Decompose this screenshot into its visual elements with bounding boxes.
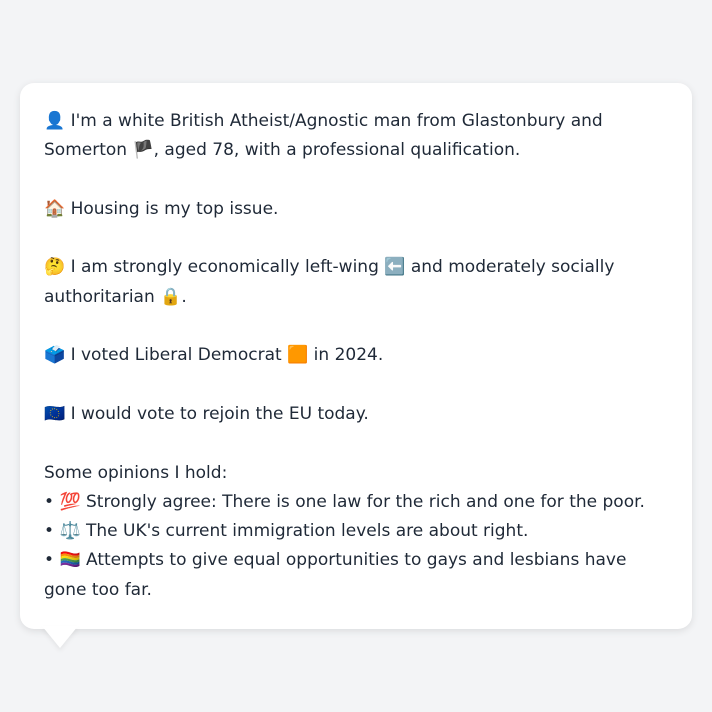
left-arrow-icon: ⬅️ (384, 257, 406, 278)
ballot-box-icon: 🗳️ (44, 345, 66, 366)
intro-rest-text: , aged 78, with a professional qualifica… (153, 140, 521, 161)
england-flag-icon: 🏴 (132, 140, 154, 161)
opinion-text: Strongly agree: There is one law for the… (86, 491, 645, 512)
balance-scale-icon: ⚖️ (59, 521, 81, 542)
house-icon: 🏠 (44, 198, 66, 219)
politics-text-1: I am strongly economically left-wing (70, 257, 379, 278)
politics-text-2: and moderately socially (410, 257, 615, 278)
orange-square-icon: 🟧 (287, 345, 309, 366)
thinking-face-icon: 🤔 (44, 257, 66, 278)
politics-end: . (181, 286, 187, 307)
opinion-text: Attempts to give equal opportunities to … (44, 550, 627, 600)
vote-text-2: in 2024. (313, 345, 384, 366)
opinions-heading: Some opinions I hold: (44, 462, 228, 483)
bullet: • (44, 550, 55, 571)
eu-line: 🇪🇺 I would vote to rejoin the EU today. (44, 400, 668, 429)
rainbow-flag-icon: 🏳️‍🌈 (59, 550, 81, 571)
bullet: • (44, 521, 55, 542)
politics-line: 🤔 I am strongly economically left-wing ⬅… (44, 253, 668, 312)
vote-line: 🗳️ I voted Liberal Democrat 🟧 in 2024. (44, 341, 668, 370)
opinion-text: The UK's current immigration levels are … (86, 521, 529, 542)
bullet: • (44, 491, 55, 512)
intro-line: 👤 I'm a white British Atheist/Agnostic m… (44, 107, 668, 166)
eu-text: I would vote to rejoin the EU today. (70, 403, 369, 424)
hundred-points-icon: 💯 (59, 491, 81, 512)
person-icon: 👤 (44, 111, 66, 131)
opinion-item: • 🏳️‍🌈 Attempts to give equal opportunit… (44, 546, 668, 605)
vote-text-1: I voted Liberal Democrat (70, 345, 282, 366)
lock-icon: 🔒 (160, 286, 182, 307)
politics-text-3: authoritarian (44, 286, 155, 307)
housing-line: 🏠 Housing is my top issue. (44, 195, 668, 224)
housing-text: Housing is my top issue. (70, 198, 279, 219)
opinion-item: • 💯 Strongly agree: There is one law for… (44, 488, 668, 517)
eu-flag-icon: 🇪🇺 (44, 403, 66, 424)
bubble-tail (42, 626, 78, 648)
message-bubble: 👤 I'm a white British Atheist/Agnostic m… (20, 83, 692, 629)
opinion-item: • ⚖️ The UK's current immigration levels… (44, 517, 668, 546)
